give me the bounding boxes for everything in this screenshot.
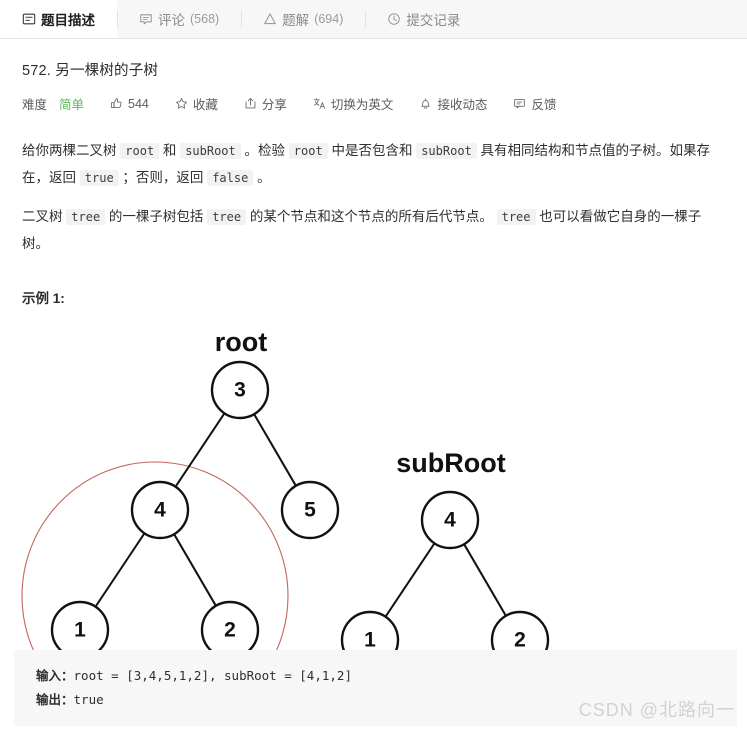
solution-icon — [263, 12, 277, 26]
difficulty-label: 难度 — [22, 98, 48, 112]
example-input-line: 输入：root = [3,4,5,1,2], subRoot = [4,1,2] — [36, 664, 719, 688]
inline-code-false: false — [207, 170, 254, 186]
inline-code-tree: tree — [496, 209, 536, 225]
tree-edge — [173, 533, 217, 607]
problem-description: 给你两棵二叉树 root 和 subRoot 。检验 root 中是否包含和 s… — [22, 137, 725, 257]
root-tree-label: root — [215, 327, 267, 357]
tab-comments-count: (568) — [190, 12, 220, 26]
tree-edge — [174, 412, 226, 488]
desc-text: 中是否包含和 — [327, 143, 417, 158]
feedback-icon — [513, 97, 526, 110]
tree-node-value: 1 — [74, 619, 86, 642]
share-icon — [244, 97, 257, 110]
inline-code-true: true — [79, 170, 119, 186]
desc-text: 和 — [159, 143, 181, 158]
tab-description-label: 题目描述 — [41, 13, 95, 28]
tab-solutions-label: 题解 — [282, 13, 310, 28]
output-label: 输出： — [36, 692, 74, 707]
feedback-button[interactable]: 反馈 — [513, 94, 556, 113]
inline-code-root: root — [288, 143, 328, 159]
star-icon — [175, 97, 188, 110]
subscribe-button[interactable]: 接收动态 — [419, 94, 487, 113]
desc-text: 二叉树 — [22, 209, 67, 224]
difficulty-badge: 难度 简单 — [22, 94, 84, 113]
tab-solutions[interactable]: 题解 (694) — [241, 0, 365, 38]
description-paragraph-2: 二叉树 tree 的一棵子树包括 tree 的某个节点和这个节点的所有后代节点。… — [22, 203, 725, 257]
tab-submissions-label: 提交记录 — [406, 13, 461, 28]
tree-node-value: 5 — [304, 499, 316, 522]
tab-submissions[interactable]: 提交记录 — [365, 0, 482, 38]
favorite-button[interactable]: 收藏 — [175, 94, 218, 113]
desc-text: 的一棵子树包括 — [105, 209, 208, 224]
likes-count: 544 — [128, 96, 149, 111]
translate-button[interactable]: 切换为英文 — [313, 94, 394, 113]
desc-text: 。 — [253, 170, 271, 185]
likes-button[interactable]: 544 — [110, 97, 149, 111]
action-row: 难度 简单 544 收藏 分享 切换为英文 接收动态 反馈 — [22, 94, 747, 113]
inline-code-subroot: subRoot — [416, 143, 477, 159]
example-heading: 示例 1: — [22, 291, 65, 306]
inline-code-tree: tree — [66, 209, 106, 225]
share-button[interactable]: 分享 — [244, 94, 287, 113]
desc-text: ；否则，返回 — [118, 170, 208, 185]
tab-bar: 题目描述 评论 (568) 题解 (694) 提交记录 — [0, 0, 747, 39]
desc-text: 的某个节点和这个节点的所有后代节点。 — [246, 209, 497, 224]
tree-edge — [384, 542, 436, 618]
tree-node-value: 3 — [234, 379, 246, 402]
input-label: 输入： — [36, 668, 74, 683]
desc-text: 给你两棵二叉树 — [22, 143, 121, 158]
output-value: true — [73, 691, 104, 707]
tree-edge — [463, 543, 507, 617]
subroot-tree: 4 1 2 — [340, 490, 550, 670]
tree-node-value: 4 — [444, 509, 456, 532]
bell-icon — [419, 97, 432, 110]
tree-node-value: 1 — [364, 629, 376, 652]
description-paragraph-1: 给你两棵二叉树 root 和 subRoot 。检验 root 中是否包含和 s… — [22, 137, 725, 191]
subroot-tree-label: subRoot — [396, 448, 505, 478]
inline-code-tree: tree — [207, 209, 247, 225]
translate-icon — [313, 97, 326, 110]
comment-icon — [139, 12, 153, 26]
tab-comments[interactable]: 评论 (568) — [117, 0, 241, 38]
subscribe-label: 接收动态 — [437, 98, 488, 112]
clock-icon — [387, 12, 401, 26]
inline-code-root: root — [120, 143, 160, 159]
example-code-block: 输入：root = [3,4,5,1,2], subRoot = [4,1,2]… — [14, 649, 737, 726]
tree-edge — [253, 413, 297, 487]
tab-solutions-count: (694) — [314, 12, 344, 26]
tree-node-value: 2 — [224, 619, 236, 642]
favorite-label: 收藏 — [192, 98, 218, 112]
example-output-line: 输出：true — [36, 688, 719, 712]
difficulty-value: 简单 — [59, 98, 85, 112]
tree-node-value: 4 — [154, 499, 166, 522]
tab-comments-label: 评论 — [158, 13, 185, 28]
tree-edge — [94, 532, 146, 608]
root-tree: 3 4 5 1 2 — [50, 360, 340, 660]
tab-description[interactable]: 题目描述 — [0, 0, 117, 38]
tree-node-value: 2 — [514, 629, 526, 652]
input-value: root = [3,4,5,1,2], subRoot = [4,1,2] — [73, 667, 352, 683]
share-label: 分享 — [261, 98, 287, 112]
description-icon — [22, 12, 36, 26]
inline-code-subroot: subRoot — [180, 143, 241, 159]
desc-text: 。检验 — [240, 143, 289, 158]
thumbs-up-icon — [110, 97, 123, 110]
feedback-label: 反馈 — [531, 98, 557, 112]
translate-label: 切换为英文 — [330, 98, 394, 112]
page-title: 572. 另一棵树的子树 — [22, 63, 159, 79]
